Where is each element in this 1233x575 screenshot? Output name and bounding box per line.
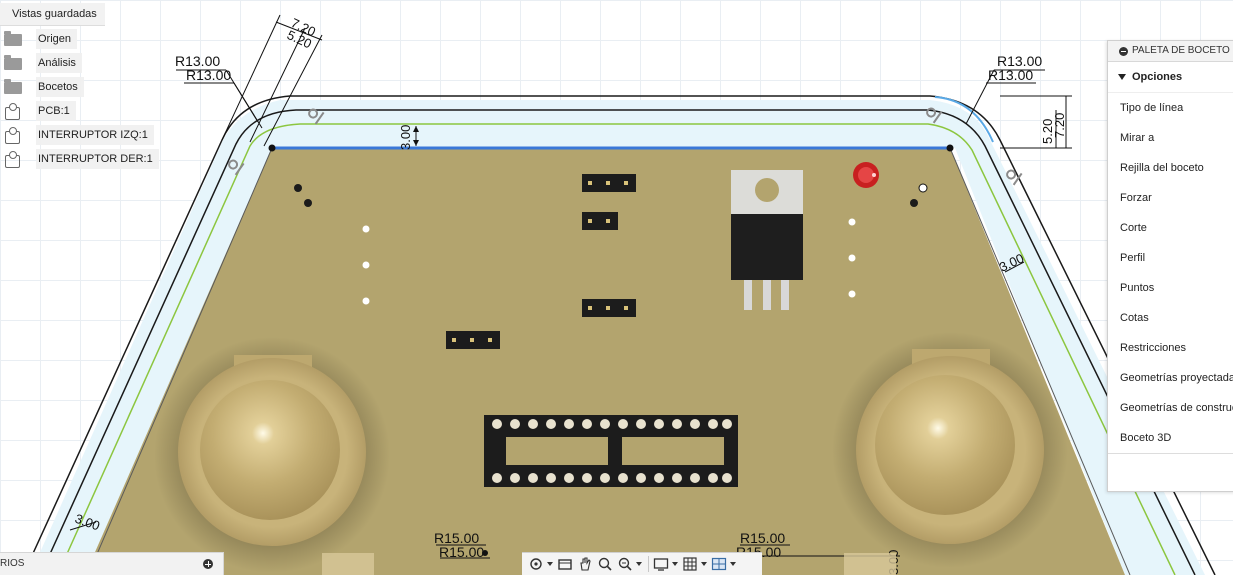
palette-option-snap[interactable]: Forzar	[1108, 183, 1233, 213]
browser-item-label: INTERRUPTOR IZQ:1	[36, 125, 154, 145]
browser-item-label: Análisis	[36, 53, 82, 73]
browser-item-pcb[interactable]: PCB:1	[4, 101, 76, 121]
viewports-icon	[711, 557, 727, 571]
browser-item-label: Origen	[36, 29, 78, 49]
fit-icon	[618, 557, 632, 571]
sketch-palette: PALETA DE BOCETO Opciones Tipo de línea …	[1107, 40, 1233, 492]
look-at-icon	[558, 559, 572, 570]
comments-bar[interactable]: RIOS	[0, 552, 224, 575]
pin-header-1	[582, 174, 636, 192]
dim-right-height-outer: 7.20	[1052, 113, 1067, 138]
red-led	[853, 162, 879, 188]
look-at-button[interactable]	[557, 555, 573, 573]
folder-icon	[4, 55, 22, 70]
browser-item-label: INTERRUPTOR DER:1	[36, 149, 159, 169]
palette-title: PALETA DE BOCETO	[1132, 45, 1230, 56]
dim-top-right-r-inner: R13.00	[988, 67, 1033, 83]
grid-button[interactable]	[682, 555, 707, 573]
canvas-viewport[interactable]: R13.00 R13.00 7.20 5.20 3.00 R13.00 R13.…	[0, 0, 1233, 575]
palette-option-sketch-grid[interactable]: Rejilla del boceto	[1108, 153, 1233, 183]
dim-top-offset: 3.00	[398, 125, 413, 150]
fit-button[interactable]	[617, 555, 642, 573]
ic-socket	[484, 415, 738, 487]
pin-header-4	[446, 331, 500, 349]
orbit-button[interactable]	[528, 555, 553, 573]
palette-option-dimensions[interactable]: Cotas	[1108, 303, 1233, 333]
palette-option-projected-geometries[interactable]: Geometrías proyectadas	[1108, 363, 1233, 393]
zoom-button[interactable]	[597, 555, 613, 573]
pin-header-2	[582, 212, 618, 230]
expand-triangle-icon	[1118, 74, 1126, 80]
pan-icon	[580, 557, 591, 571]
browser-item-label: Bocetos	[36, 77, 84, 97]
component-icon	[4, 151, 22, 168]
palette-section-options[interactable]: Opciones	[1108, 62, 1233, 93]
pin-header-3	[582, 299, 636, 317]
pan-button[interactable]	[577, 555, 593, 573]
zoom-icon	[598, 557, 612, 571]
browser-item-bocetos[interactable]: Bocetos	[4, 77, 84, 97]
dim-bottom-left-r-inner: R15.00	[439, 544, 484, 560]
arcade-button-right	[832, 332, 1068, 568]
palette-header[interactable]: PALETA DE BOCETO	[1108, 41, 1233, 62]
browser-item-interruptor-izq[interactable]: INTERRUPTOR IZQ:1	[4, 125, 154, 145]
sketch-scene[interactable]: R13.00 R13.00 7.20 5.20 3.00 R13.00 R13.…	[0, 0, 1233, 575]
palette-option-construction-geometries[interactable]: Geometrías de construcción	[1108, 393, 1233, 423]
palette-option-constraints[interactable]: Restricciones	[1108, 333, 1233, 363]
palette-option-line-type[interactable]: Tipo de línea	[1108, 93, 1233, 123]
browser-item-origen[interactable]: Origen	[4, 29, 78, 49]
dim-top-left-r-inner: R13.00	[186, 67, 231, 83]
toolbar-divider	[648, 556, 649, 572]
display-settings-icon	[653, 558, 669, 571]
component-icon	[4, 127, 22, 144]
palette-option-profile[interactable]: Perfil	[1108, 243, 1233, 273]
saved-views-label: Vistas guardadas	[12, 8, 97, 20]
viewports-button[interactable]	[711, 555, 736, 573]
palette-option-slice[interactable]: Corte	[1108, 213, 1233, 243]
comments-label: RIOS	[0, 558, 25, 569]
grid-icon	[683, 557, 697, 571]
palette-option-look-at[interactable]: Mirar a	[1108, 123, 1233, 153]
collapse-icon[interactable]	[1119, 46, 1128, 56]
display-settings-button[interactable]	[653, 555, 678, 573]
saved-views-node[interactable]: Vistas guardadas	[0, 3, 105, 26]
arcade-button-left	[154, 337, 390, 573]
component-icon	[4, 103, 22, 120]
orbit-icon	[530, 558, 542, 570]
palette-option-points[interactable]: Puntos	[1108, 273, 1233, 303]
folder-icon	[4, 31, 22, 46]
palette-option-3d-sketch[interactable]: Boceto 3D	[1108, 423, 1233, 453]
palette-section-label: Opciones	[1132, 71, 1183, 83]
palette-footer	[1108, 453, 1233, 454]
folder-icon	[4, 79, 22, 94]
browser-item-interruptor-der[interactable]: INTERRUPTOR DER:1	[4, 149, 159, 169]
browser-item-analisis[interactable]: Análisis	[4, 53, 82, 73]
navigation-toolbar	[522, 552, 762, 575]
add-comment-icon[interactable]	[203, 559, 213, 569]
browser-item-label: PCB:1	[36, 101, 76, 121]
